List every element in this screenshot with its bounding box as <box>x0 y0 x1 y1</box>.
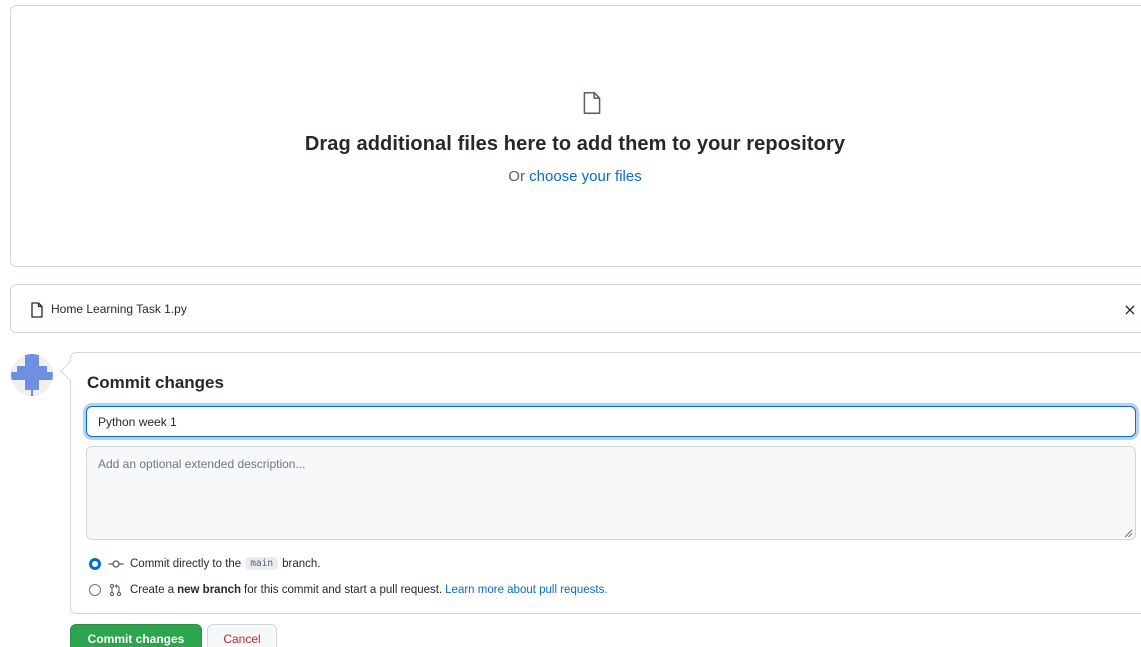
choose-files-link[interactable]: choose your files <box>529 168 642 185</box>
remove-file-button[interactable]: × <box>1119 297 1141 321</box>
uploaded-file-name: Home Learning Task 1.py <box>51 302 187 316</box>
git-commit-icon <box>108 559 124 568</box>
new-branch-option[interactable]: Create a new branch for this commit and … <box>89 584 608 596</box>
branch-name-badge: main <box>245 557 279 570</box>
cancel-button[interactable]: Cancel <box>207 624 277 647</box>
drop-zone-subtitle: Or choose your files <box>508 168 642 185</box>
commit-direct-option[interactable]: Commit directly to the main branch. <box>89 557 320 570</box>
commit-changes-button[interactable]: Commit changes <box>70 624 202 647</box>
upload-page: Drag additional files here to add them t… <box>0 0 1141 647</box>
drop-zone-title: Drag additional files here to add them t… <box>304 133 846 155</box>
commit-direct-radio[interactable] <box>89 557 101 570</box>
commit-title: Commit changes <box>87 373 224 392</box>
learn-more-pull-requests-link[interactable]: Learn more about pull requests. <box>445 584 607 596</box>
commit-summary-input[interactable] <box>86 406 1136 437</box>
file-icon <box>583 91 601 115</box>
file-drop-zone[interactable]: Drag additional files here to add them t… <box>10 5 1141 267</box>
git-pull-request-icon <box>109 584 122 596</box>
file-icon <box>31 302 43 318</box>
new-branch-radio[interactable] <box>89 584 101 596</box>
commit-description-input[interactable] <box>86 446 1136 540</box>
avatar <box>11 354 53 396</box>
uploaded-file-row: Home Learning Task 1.py × <box>10 284 1141 333</box>
resize-grip-icon[interactable] <box>1124 529 1133 538</box>
